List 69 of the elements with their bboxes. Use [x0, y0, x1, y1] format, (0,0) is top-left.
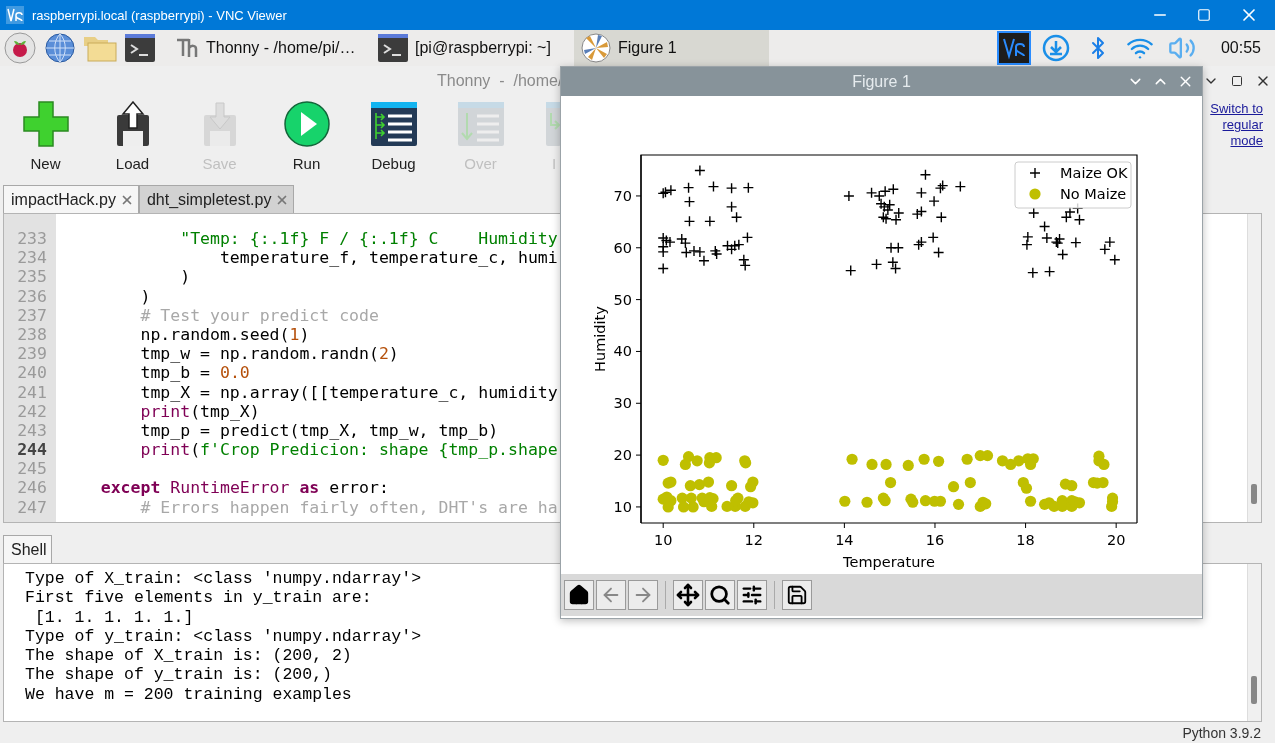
- line-number: 237: [16, 305, 48, 325]
- toolbar-button[interactable]: Debug: [350, 95, 437, 183]
- shell-output-line: The shape of y_train is: (200,): [25, 665, 332, 685]
- line-number: 243: [16, 420, 48, 441]
- status-text: Python 3.9.2: [1182, 724, 1261, 741]
- toolbar-button[interactable]: Run: [263, 95, 350, 183]
- line-number: 244: [16, 440, 48, 460]
- tick-label: 10: [613, 498, 632, 515]
- line-number: 234: [16, 248, 48, 268]
- code-line: ): [140, 286, 151, 306]
- taskbar-task[interactable]: Figure 1: [574, 30, 769, 66]
- line-number: 238: [16, 324, 48, 345]
- shell-output-line: Type of y_train: <class 'numpy.ndarray'>: [25, 626, 422, 647]
- line-number: 233: [16, 229, 48, 249]
- tick-label: 60: [613, 239, 632, 256]
- window-title: raspberrypi.local (raspberrypi) - VNC Viewer: [32, 7, 287, 23]
- editor-tab[interactable]: dht_simpletest.py: [138, 185, 295, 213]
- code-line: tmp_w = np.random.randn(2): [140, 344, 399, 364]
- code-line: tmp_p = predict(tmp_X, tmp_w, tmp_b): [140, 420, 499, 441]
- tick-label: 18: [1016, 532, 1035, 548]
- line-number: 247: [16, 497, 48, 517]
- editor-tab[interactable]: impactHack.py: [3, 185, 139, 213]
- taskbar-task[interactable]: [pi@raspberrypi: ~]: [371, 30, 566, 66]
- tick-label: 20: [613, 447, 632, 464]
- line-number: 240: [16, 363, 48, 383]
- code-line: except RuntimeError as error:: [100, 478, 389, 498]
- line-number: 236: [16, 286, 48, 306]
- toolbar-button[interactable]: New: [2, 95, 89, 183]
- code-line: print(f'Crop Predicion: shape {tmp_p.shape: [140, 440, 558, 460]
- tick-label: 40: [613, 343, 632, 360]
- code-line: # Test your predict code: [140, 305, 379, 325]
- tick-label: 14: [835, 532, 854, 548]
- shell-output-line: We have m = 200 training examples: [25, 684, 352, 705]
- tick-label: 50: [613, 291, 632, 308]
- shell-output-line: Type of X_train: <class 'numpy.ndarray'>: [25, 569, 422, 589]
- line-number: 235: [16, 267, 48, 287]
- code-line: tmp_X = np.array([[temperature_c, humidity: [140, 382, 558, 402]
- window-title: Thonny - /home/: [437, 71, 563, 90]
- code-line: print(tmp_X): [140, 401, 260, 421]
- axis-label: Humidity: [592, 306, 608, 372]
- shell-output-line: [1. 1. 1. 1. 1.]: [33, 607, 194, 627]
- code-line: tmp_b = 0.0: [140, 363, 250, 383]
- line-number: 245: [16, 459, 48, 479]
- toolbar-button[interactable]: Load: [89, 95, 176, 183]
- tick-label: 16: [925, 532, 945, 548]
- code-line: ): [180, 267, 191, 287]
- code-line: # Errors happen fairly often, DHT's are ha: [140, 497, 558, 517]
- tick-label: 12: [744, 532, 763, 548]
- shell-output-line: First five elements in y_train are:: [25, 588, 372, 608]
- tick-label: 20: [1106, 532, 1126, 548]
- legend-label: Maize OK: [1060, 165, 1128, 181]
- tick-label: 30: [613, 395, 632, 412]
- taskbar-task[interactable]: Thonny - /home/pi/…: [168, 30, 363, 66]
- code-line: np.random.seed(1): [140, 324, 310, 345]
- shell-tab[interactable]: Shell: [3, 535, 52, 563]
- code-line: "Temp: {:.1f} F / {:.1f} C Humidity: [180, 229, 558, 249]
- window-title: Figure 1: [852, 72, 911, 91]
- axis-label: Temperature: [843, 554, 935, 570]
- mode-link[interactable]: Switch to regular mode: [1204, 101, 1263, 149]
- code-line: temperature_f, temperature_c, humi: [219, 248, 558, 268]
- line-number: 242: [16, 401, 48, 421]
- tick-label: 10: [653, 532, 673, 548]
- line-number: 246: [16, 478, 48, 498]
- legend-label: No Maize: [1060, 186, 1127, 202]
- line-number: 239: [16, 344, 48, 364]
- line-number: 241: [16, 382, 48, 402]
- tick-label: 70: [613, 187, 632, 204]
- clock: 00:55: [1220, 39, 1261, 57]
- shell-output-line: The shape of X_train is: (200, 2): [25, 646, 352, 666]
